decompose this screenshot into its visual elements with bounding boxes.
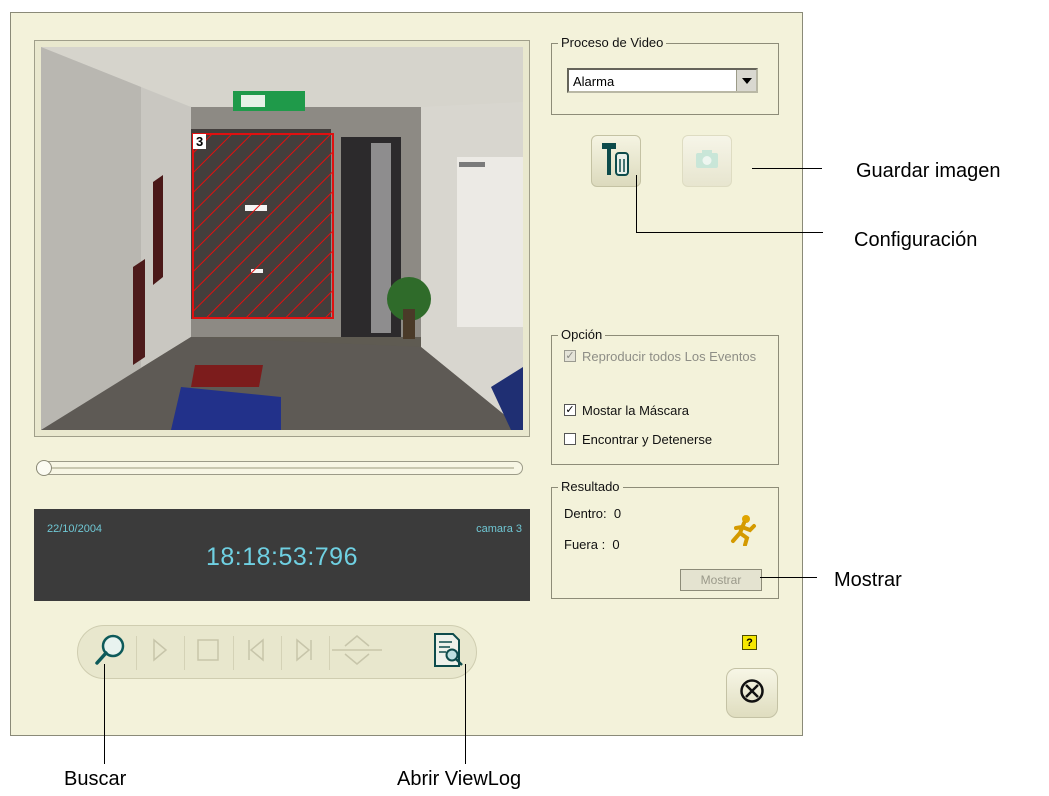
callout-line (636, 175, 637, 233)
fuera-value: 0 (612, 537, 620, 552)
callout-mostrar: Mostrar (834, 569, 902, 591)
time-display: 22/10/2004 camara 3 18:18:53:796 (34, 509, 530, 601)
search-icon (92, 632, 128, 673)
option-label: Reproducir todos Los Eventos (582, 349, 757, 364)
chevron-down-icon[interactable] (736, 70, 756, 91)
previous-icon (245, 637, 267, 667)
settings-icon (599, 139, 633, 184)
fuera-row: Fuera : 0 (564, 537, 620, 552)
proceso-group: Proceso de Video Alarma (551, 35, 779, 115)
toolbar-separator (233, 636, 234, 670)
callout-viewlog: Abrir ViewLog (397, 768, 522, 790)
option-label: Mostar la Máscara (582, 403, 689, 418)
dentro-row: Dentro: 0 (564, 506, 621, 521)
option-label: Encontrar y Detenerse (582, 432, 713, 447)
playback-toolbar (77, 625, 477, 679)
check-icon[interactable]: ✓ (564, 404, 576, 416)
toolbar-separator (329, 636, 330, 670)
zone-number: 3 (196, 134, 203, 149)
toolbar-separator (281, 636, 282, 670)
camera-icon (695, 149, 719, 174)
time-text: 18:18:53:796 (206, 543, 358, 571)
dentro-label: Dentro: (564, 506, 607, 521)
proceso-selected: Alarma (573, 74, 615, 89)
check-icon[interactable]: ✓ (564, 350, 576, 362)
toolbar-separator (184, 636, 185, 670)
running-person-icon (728, 514, 758, 551)
stop-button[interactable] (188, 632, 228, 672)
resultado-group: Resultado Dentro: 0 Fuera : 0 Mostrar (551, 479, 779, 599)
speed-icon (332, 630, 382, 675)
video-image: 3 (41, 47, 523, 430)
playback-slider[interactable] (36, 460, 523, 476)
previous-button[interactable] (236, 632, 276, 672)
mostrar-button[interactable]: Mostrar (680, 569, 762, 591)
checkbox[interactable] (564, 433, 576, 445)
viewlog-button[interactable] (428, 632, 468, 672)
option-mostrar-mascara[interactable]: ✓ Mostar la Máscara (564, 403, 689, 418)
close-icon (739, 678, 765, 709)
dentro-value: 0 (613, 506, 622, 521)
play-icon (150, 637, 170, 667)
stop-icon (196, 638, 220, 667)
opcion-title: Opción (558, 327, 606, 342)
next-icon (293, 637, 315, 667)
callout-line (465, 664, 466, 764)
fuera-label: Fuera : (564, 537, 606, 552)
help-icon[interactable]: ? (742, 635, 757, 650)
search-button[interactable] (90, 632, 130, 672)
video-frame: 3 (34, 40, 530, 437)
proceso-title: Proceso de Video (558, 35, 667, 50)
resultado-title: Resultado (558, 479, 623, 494)
callout-line (760, 577, 817, 578)
video-view[interactable]: 3 (41, 47, 523, 430)
mask-area (192, 133, 334, 319)
toolbar-separator (136, 636, 137, 670)
opcion-group: Opción ✓ Reproducir todos Los Eventos ✓ … (551, 327, 779, 465)
option-encontrar[interactable]: Encontrar y Detenerse (564, 432, 712, 447)
callout-line (636, 232, 823, 233)
callout-line (104, 664, 105, 764)
callout-buscar: Buscar (64, 768, 127, 790)
viewlog-icon (432, 632, 464, 673)
play-button[interactable] (140, 632, 180, 672)
slider-thumb[interactable] (36, 460, 52, 476)
callout-line (752, 168, 822, 169)
main-window: 3 22/10/2004 camara 3 18:18:53:796 Proce… (10, 12, 803, 736)
slider-line (45, 467, 514, 469)
close-button[interactable] (726, 668, 778, 718)
camera-text: camara 3 (476, 523, 522, 535)
next-button[interactable] (284, 632, 324, 672)
date-text: 22/10/2004 (47, 523, 103, 535)
save-image-button[interactable] (682, 135, 732, 187)
speed-control[interactable] (332, 632, 382, 672)
option-reproducir[interactable]: ✓ Reproducir todos Los Eventos (564, 349, 762, 365)
callout-guardar: Guardar imagen (856, 160, 1001, 182)
callout-config: Configuración (854, 229, 978, 251)
config-button[interactable] (591, 135, 641, 187)
proceso-select[interactable]: Alarma (567, 68, 758, 93)
